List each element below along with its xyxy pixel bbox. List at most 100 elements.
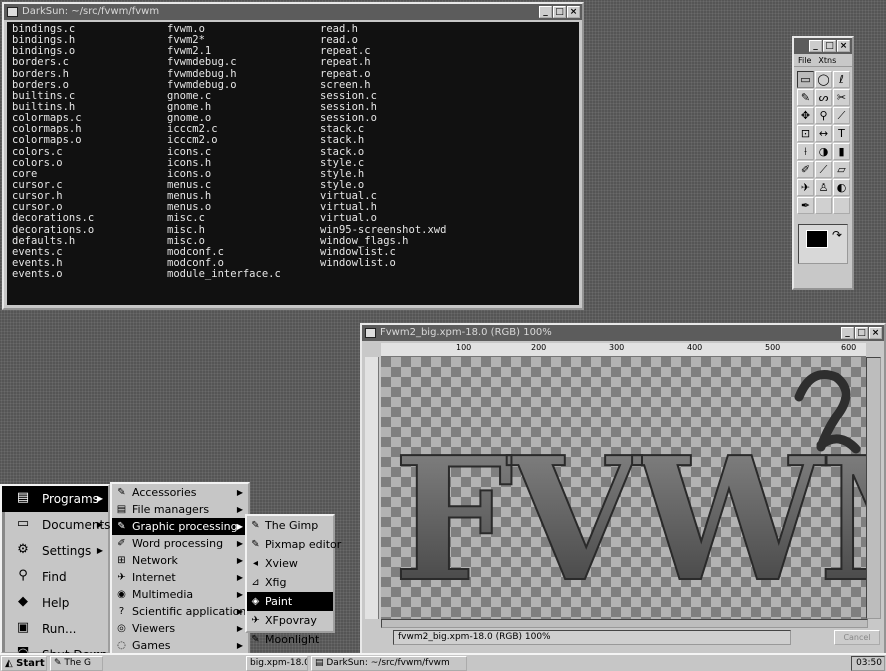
- gimp-image-window[interactable]: Fvwm2_big.xpm-18.0 (RGB) 100% _ □ × 100 2…: [360, 323, 886, 663]
- menu-item-label: Settings: [42, 544, 92, 558]
- minimize-button[interactable]: _: [841, 327, 854, 339]
- taskbar-item-gimp[interactable]: ✎ The G: [50, 656, 103, 671]
- airbrush-icon[interactable]: ✈: [797, 179, 814, 196]
- graphics-item-paint[interactable]: ◈ Paint: [247, 592, 333, 611]
- programs-item-accessories[interactable]: ✎ Accessories ▶: [112, 484, 248, 501]
- start-button[interactable]: ◭ Start: [1, 656, 47, 671]
- graphics-item-the-gimp[interactable]: ✎ The Gimp: [247, 516, 333, 535]
- word-processing-icon: ✐: [117, 538, 126, 549]
- programs-item-graphic-processing[interactable]: ✎ Graphic processing ▶: [112, 518, 248, 535]
- programs-item-viewers[interactable]: ◎ Viewers ▶: [112, 620, 248, 637]
- magic-wand-icon[interactable]: ✎: [797, 89, 814, 106]
- start-menu-item-settings[interactable]: ⚙ Settings ▶: [2, 538, 108, 564]
- flip-icon[interactable]: ↔: [815, 125, 832, 142]
- file-entry: [320, 269, 446, 280]
- image-title: Fvwm2_big.xpm-18.0 (RGB) 100%: [380, 327, 552, 338]
- file-entry: misc.c: [167, 212, 205, 225]
- help-icon: ◆: [18, 594, 28, 609]
- xfig-icon: ⊿: [251, 577, 260, 588]
- cancel-button[interactable]: Cancel: [834, 630, 880, 645]
- xfpovray-icon: ✈: [251, 615, 260, 626]
- start-menu-item-help[interactable]: ◆ Help: [2, 590, 108, 616]
- terminal-titlebar[interactable]: DarkSun: ~/src/fvwm/fvwm _ □ ×: [4, 4, 582, 20]
- ellipse-select-icon[interactable]: ◯: [815, 71, 832, 88]
- terminal-window[interactable]: DarkSun: ~/src/fvwm/fvwm _ □ × bindings.…: [2, 2, 584, 310]
- programs-item-network[interactable]: ⊞ Network ▶: [112, 552, 248, 569]
- pencil-icon[interactable]: ✐: [797, 161, 814, 178]
- maximize-button[interactable]: □: [823, 40, 836, 52]
- horizontal-ruler[interactable]: 100 200 300 400 500 600: [381, 343, 866, 357]
- start-menu-item-run[interactable]: ▣ Run...: [2, 616, 108, 642]
- crop-icon[interactable]: ⟋: [833, 107, 850, 124]
- paintbrush-icon[interactable]: ⟋: [815, 161, 832, 178]
- programs-item-multimedia[interactable]: ◉ Multimedia ▶: [112, 586, 248, 603]
- image-canvas[interactable]: FVWM: [381, 357, 868, 619]
- menu-item-label: Games: [132, 639, 171, 652]
- menu-item-label: Internet: [132, 571, 176, 584]
- horizontal-scrollbar[interactable]: [381, 619, 868, 628]
- color-picker-icon[interactable]: ⟊: [797, 143, 814, 160]
- eraser-icon[interactable]: ▱: [833, 161, 850, 178]
- graphics-submenu: ✎ The Gimp ✎ Pixmap editor ◂ Xview ⊿ Xfig ◈ Paint…: [245, 514, 341, 646]
- close-button[interactable]: ×: [837, 40, 850, 52]
- multimedia-icon: ◉: [117, 589, 126, 600]
- maximize-button[interactable]: □: [553, 6, 566, 18]
- close-button[interactable]: ×: [869, 327, 882, 339]
- maximize-button[interactable]: □: [855, 327, 868, 339]
- terminal-output[interactable]: bindings.c bindings.h bindings.o borders.c b…: [7, 22, 579, 305]
- submenu-arrow-icon: ▶: [236, 641, 243, 650]
- minimize-button[interactable]: _: [809, 40, 822, 52]
- minimize-button[interactable]: _: [539, 6, 552, 18]
- bezier-icon[interactable]: ᔕ: [815, 89, 832, 106]
- foreground-color[interactable]: [806, 230, 828, 248]
- toolbox-titlebar[interactable]: _ □ ×: [794, 38, 852, 54]
- taskbar-item-image[interactable]: big.xpm-18.0 (RG...: [246, 656, 308, 671]
- clone-icon[interactable]: ♙: [815, 179, 832, 196]
- file-entry: borders.c: [12, 56, 69, 69]
- menu-item-label: Moonlight: [265, 633, 320, 646]
- magnify-icon[interactable]: ⚲: [815, 107, 832, 124]
- scissors-icon[interactable]: ✂: [833, 89, 850, 106]
- games-icon: ◌: [117, 640, 126, 651]
- graphics-item-moonlight[interactable]: ✎ Moonlight: [247, 630, 333, 649]
- menu-xtns[interactable]: Xtns: [818, 54, 836, 66]
- menu-file[interactable]: File: [798, 54, 811, 66]
- vertical-ruler[interactable]: [365, 357, 379, 619]
- vertical-scrollbar[interactable]: [866, 357, 881, 619]
- blend-icon[interactable]: ▮: [833, 143, 850, 160]
- gimp-toolbox[interactable]: _ □ × File Xtns ▭ ◯ ℓ ✎ ᔕ ✂ ✥ ⚲ ⟋ ⊡ ↔ T ⟊ ◑ ▮ ✐ ⟋ ▱ ✈ ♙ ◐ ✒ ↷: [792, 36, 854, 290]
- start-menu-item-documents[interactable]: ▭ Documents ▶: [2, 512, 111, 538]
- rect-select-icon[interactable]: ▭: [797, 71, 814, 88]
- file-entry: win95-screenshot.xwd: [320, 223, 447, 236]
- move-icon[interactable]: ✥: [797, 107, 814, 124]
- image-titlebar[interactable]: Fvwm2_big.xpm-18.0 (RGB) 100% _ □ ×: [362, 325, 884, 341]
- swap-colors-icon[interactable]: ↷: [832, 228, 842, 242]
- network-icon: ⊞: [117, 555, 126, 566]
- convolve-icon[interactable]: ◐: [833, 179, 850, 196]
- submenu-arrow-icon: ▶: [96, 520, 103, 529]
- programs-item-file-managers[interactable]: ▤ File managers ▶: [112, 501, 248, 518]
- graphics-item-xview[interactable]: ◂ Xview: [247, 554, 333, 573]
- file-entry: fvwmdebug.c: [167, 56, 237, 69]
- ink-icon[interactable]: ✒: [797, 197, 814, 214]
- transform-icon[interactable]: ⊡: [797, 125, 814, 142]
- text-icon[interactable]: T: [833, 125, 850, 142]
- graphics-item-xfpovray[interactable]: ✈ XFpovray: [247, 611, 333, 630]
- programs-item-word-processing[interactable]: ✐ Word processing ▶: [112, 535, 248, 552]
- bucket-fill-icon[interactable]: ◑: [815, 143, 832, 160]
- programs-item-games[interactable]: ◌ Games ▶: [112, 637, 248, 654]
- accessories-icon: ✎: [117, 487, 126, 498]
- lasso-icon[interactable]: ℓ: [833, 71, 850, 88]
- programs-item-internet[interactable]: ✈ Internet ▶: [112, 569, 248, 586]
- file-managers-icon: ▤: [116, 504, 127, 515]
- toolbox-menubar: File Xtns: [794, 54, 852, 67]
- graphics-item-pixmap-editor[interactable]: ✎ Pixmap editor: [247, 535, 341, 554]
- color-selector[interactable]: ↷: [798, 224, 848, 264]
- start-menu-item-find[interactable]: ⚲ Find: [2, 564, 108, 590]
- programs-item-scientific-applications[interactable]: ? Scientific applications ▶: [112, 603, 252, 620]
- start-menu-item-programs[interactable]: ▤ Programs ▶: [2, 486, 108, 512]
- logo-text: FVWM: [393, 420, 868, 619]
- taskbar-item-terminal[interactable]: ▤ DarkSun: ~/src/fvwm/fvwm: [311, 656, 467, 671]
- close-button[interactable]: ×: [567, 6, 580, 18]
- graphics-item-xfig[interactable]: ⊿ Xfig: [247, 573, 333, 592]
